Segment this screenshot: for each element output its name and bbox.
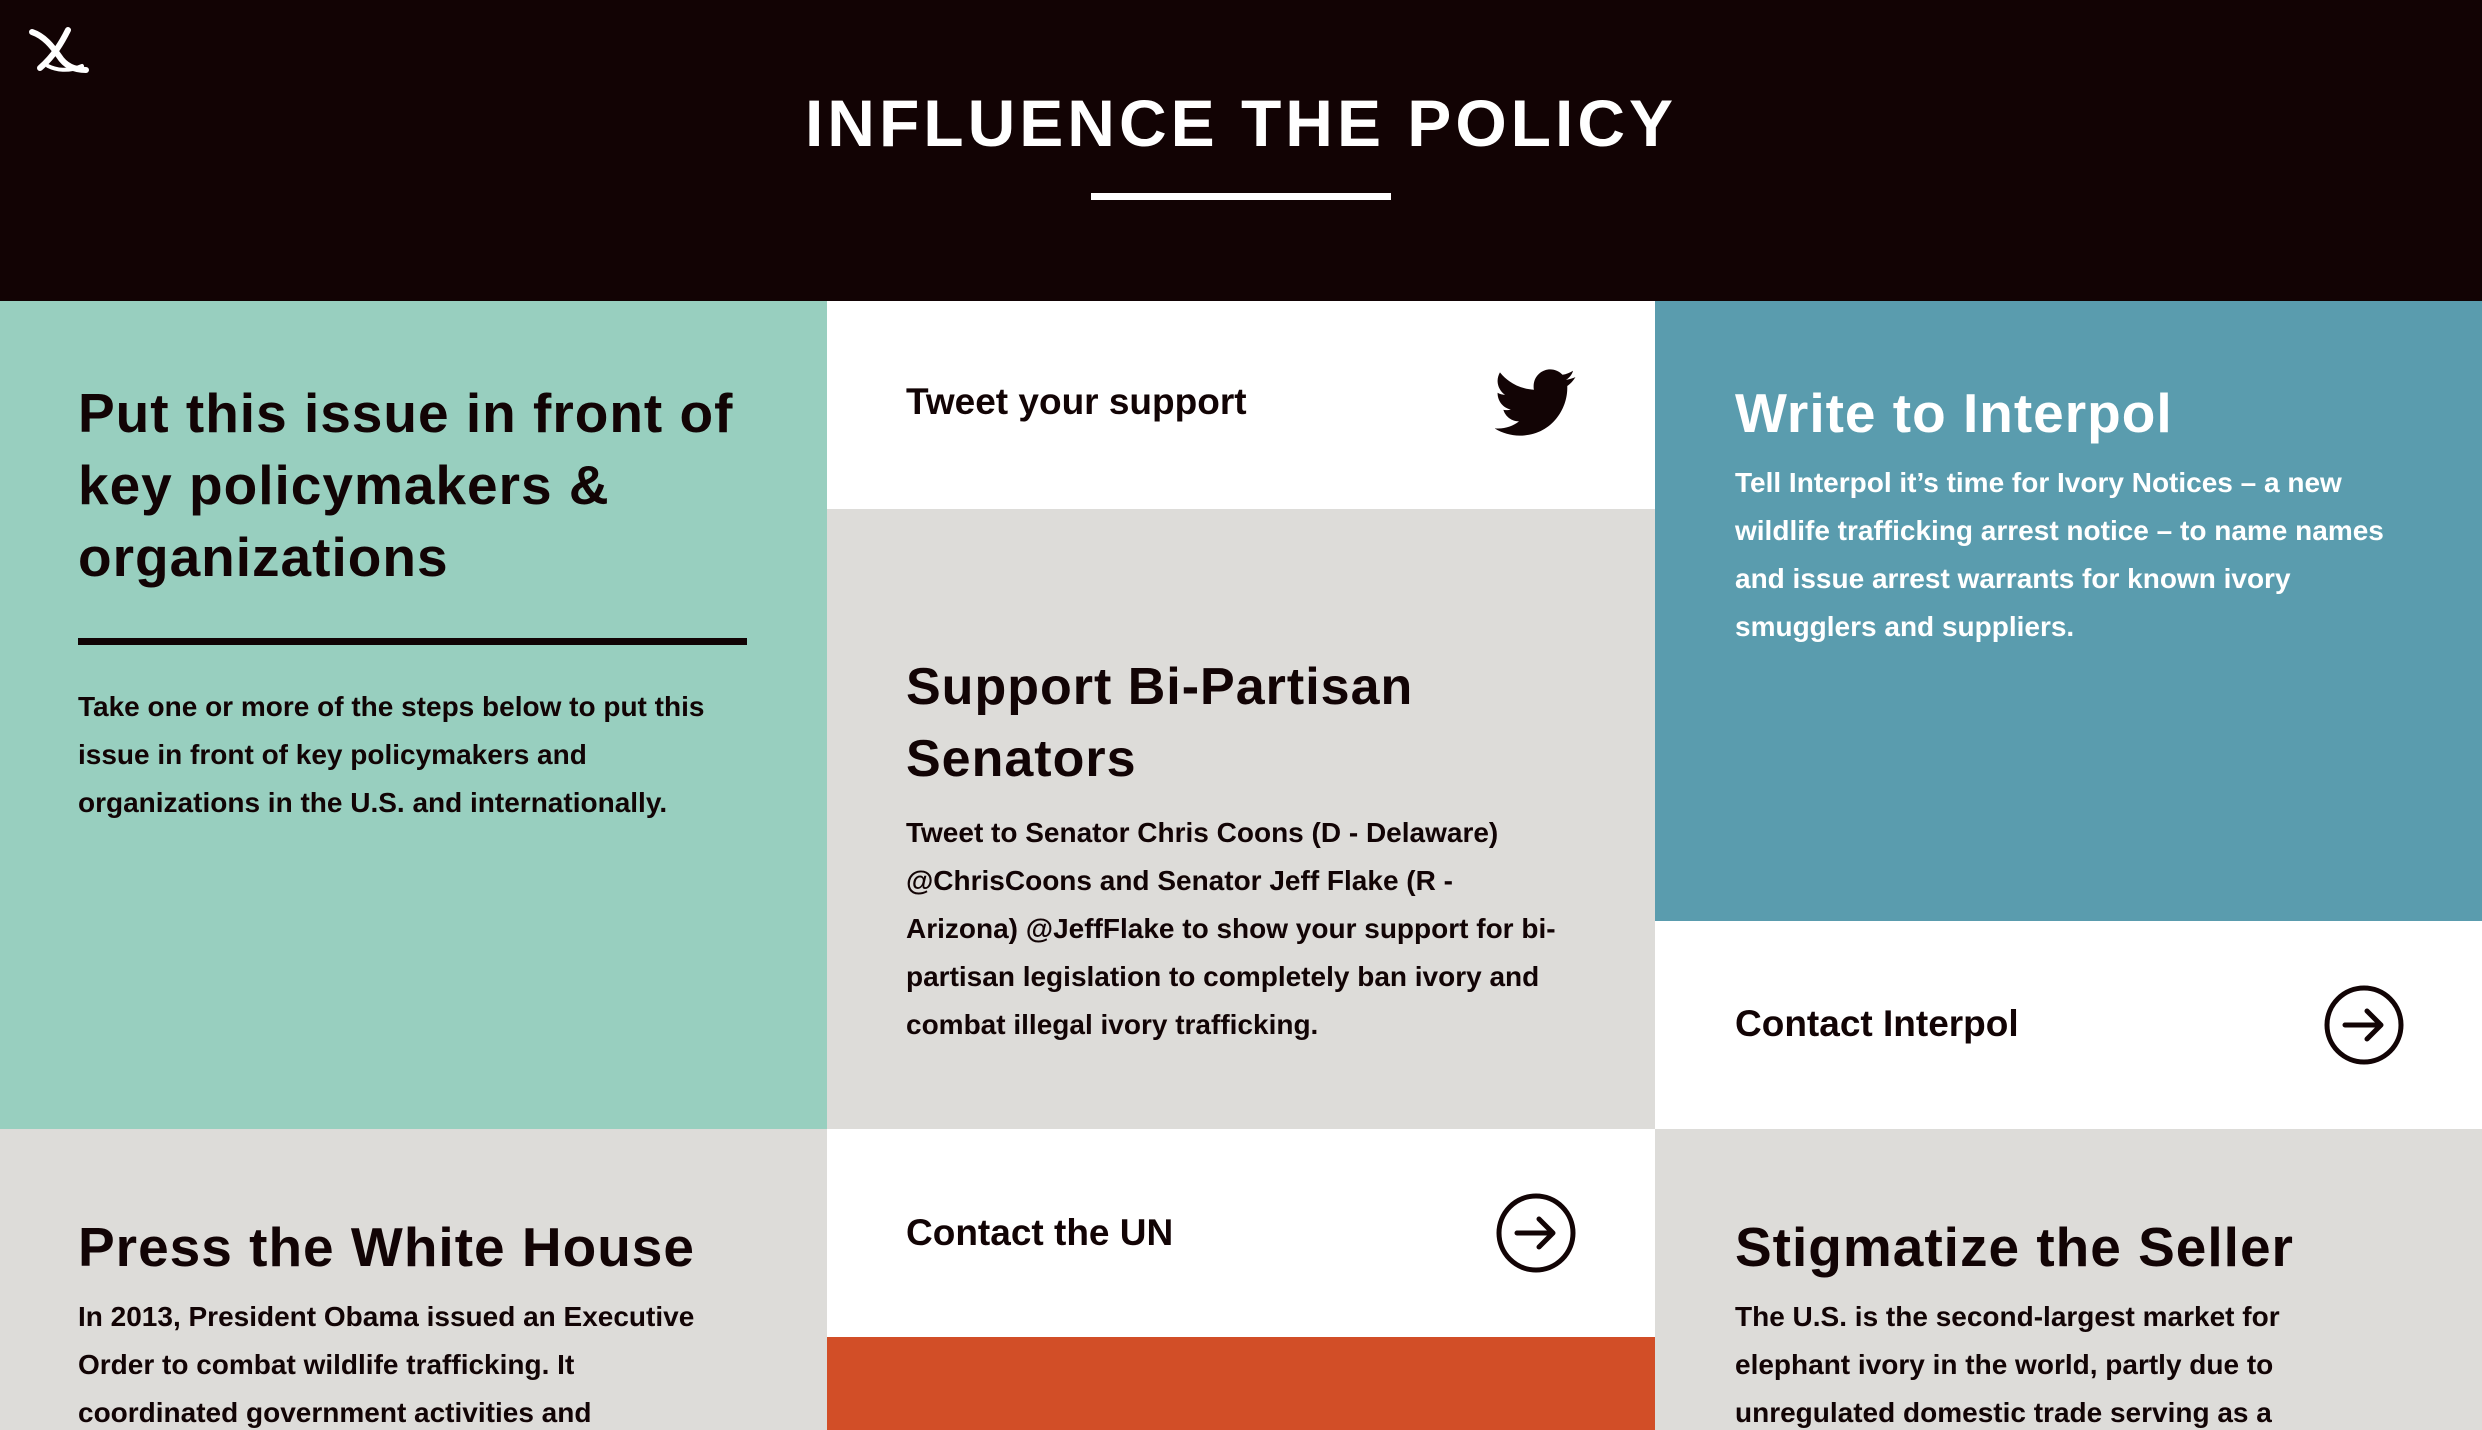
tweet-support-label[interactable]: Tweet your support	[906, 378, 1247, 426]
seller-heading: Stigmatize the Seller	[1735, 1216, 2294, 1278]
contact-interpol-tile[interactable]: Contact Interpol	[1655, 921, 2482, 1129]
interpol-heading: Write to Interpol	[1735, 382, 2173, 444]
page-title: INFLUENCE THE POLICY	[804, 86, 1678, 160]
twitter-bird-icon[interactable]	[1495, 369, 1577, 437]
intro-body: Take one or more of the steps below to p…	[78, 691, 705, 818]
circle-arrow-right-icon[interactable]	[1495, 1192, 1577, 1274]
interpol-body: Tell Interpol it’s time for Ivory Notice…	[1735, 467, 2384, 642]
circle-arrow-right-icon[interactable]	[2323, 984, 2405, 1066]
x-logo-icon[interactable]	[28, 26, 90, 76]
white-house-heading: Press the White House	[78, 1216, 695, 1278]
page-header: INFLUENCE THE POLICY	[0, 0, 2482, 301]
tweet-support-tile[interactable]: Tweet your support	[827, 301, 1655, 509]
white-house-body: In 2013, President Obama issued an Execu…	[78, 1301, 695, 1428]
orange-tile[interactable]	[827, 1337, 1655, 1430]
interpol-tile: Write to Interpol Tell Interpol it’s tim…	[1655, 301, 2482, 921]
white-house-tile: Press the White House In 2013, President…	[0, 1129, 827, 1430]
senators-body: Tweet to Senator Chris Coons (D - Delawa…	[906, 817, 1556, 1040]
contact-un-label[interactable]: Contact the UN	[906, 1209, 1173, 1257]
intro-divider	[78, 638, 747, 645]
seller-body: The U.S. is the second-largest market fo…	[1735, 1301, 2280, 1428]
intro-heading: Put this issue in front of key policymak…	[78, 382, 734, 588]
contact-un-tile[interactable]: Contact the UN	[827, 1129, 1655, 1337]
seller-tile: Stigmatize the Seller The U.S. is the se…	[1655, 1129, 2482, 1430]
title-underline	[1091, 193, 1391, 200]
senators-tile: Support Bi-Partisan Senators Tweet to Se…	[827, 509, 1655, 1129]
contact-interpol-label[interactable]: Contact Interpol	[1735, 1000, 2019, 1048]
senators-heading: Support Bi-Partisan Senators	[906, 658, 1414, 788]
intro-tile: Put this issue in front of key policymak…	[0, 301, 827, 1129]
